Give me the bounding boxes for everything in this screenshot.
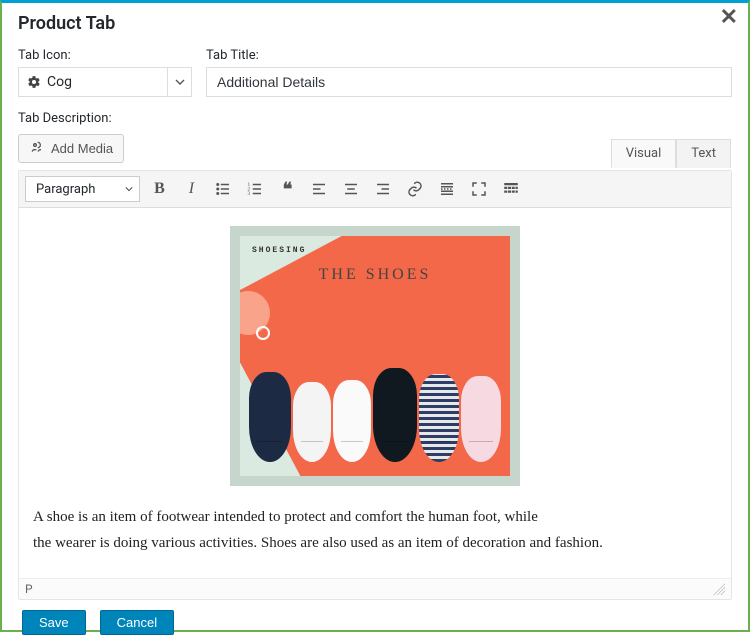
- format-select[interactable]: Paragraph: [25, 176, 140, 202]
- media-icon: [29, 139, 45, 158]
- image-brand-text: SHOESING: [252, 246, 306, 255]
- modal-title: Product Tab: [18, 3, 732, 48]
- link-button[interactable]: [402, 176, 428, 202]
- close-icon[interactable]: ✕: [720, 7, 738, 29]
- shoe-icon: [293, 382, 331, 462]
- blockquote-button[interactable]: ❝: [274, 176, 300, 202]
- wysiwyg-editor: Paragraph B I 123 ❝ SHOESING THE SHOES: [18, 170, 732, 600]
- save-button[interactable]: Save: [22, 610, 86, 635]
- image-heading-text: THE SHOES: [240, 266, 510, 291]
- add-media-label: Add Media: [51, 141, 113, 156]
- align-center-button[interactable]: [338, 176, 364, 202]
- toolbar-toggle-button[interactable]: [498, 176, 524, 202]
- shoe-icon: [461, 376, 501, 462]
- tab-icon-select[interactable]: Cog: [18, 67, 192, 97]
- format-select-value: Paragraph: [36, 182, 95, 197]
- bullet-list-button[interactable]: [210, 176, 236, 202]
- resize-grip-icon[interactable]: [713, 583, 725, 595]
- chevron-down-icon: [125, 185, 133, 193]
- add-media-button[interactable]: Add Media: [18, 134, 124, 163]
- tab-title-input[interactable]: [206, 67, 732, 97]
- product-tab-modal: ✕ Product Tab Tab Icon: Cog Tab Title: T…: [0, 0, 750, 632]
- align-right-button[interactable]: [370, 176, 396, 202]
- cancel-button[interactable]: Cancel: [100, 610, 174, 635]
- svg-text:3: 3: [248, 191, 251, 197]
- align-left-button[interactable]: [306, 176, 332, 202]
- cog-icon: [27, 75, 41, 89]
- tab-icon-value: Cog: [47, 74, 167, 90]
- shoe-icon: [249, 372, 291, 462]
- tab-title-label: Tab Title:: [206, 48, 732, 63]
- element-path: P: [25, 582, 33, 596]
- tab-icon-label: Tab Icon:: [18, 48, 192, 63]
- editor-toolbar: Paragraph B I 123 ❝: [19, 171, 731, 208]
- tab-visual[interactable]: Visual: [611, 139, 677, 168]
- shoe-icon: [333, 380, 371, 462]
- content-paragraph-line: A shoe is an item of footwear intended t…: [29, 504, 721, 530]
- numbered-list-button[interactable]: 123: [242, 176, 268, 202]
- content-image[interactable]: SHOESING THE SHOES: [230, 226, 520, 486]
- italic-button[interactable]: I: [178, 176, 204, 202]
- editor-content[interactable]: SHOESING THE SHOES A shoe is an item of …: [19, 208, 731, 578]
- fullscreen-button[interactable]: [466, 176, 492, 202]
- shoe-icon: [419, 374, 459, 462]
- element-path-bar: P: [19, 578, 731, 599]
- tab-text[interactable]: Text: [676, 139, 731, 168]
- tab-description-label: Tab Description:: [18, 111, 732, 126]
- read-more-button[interactable]: [434, 176, 460, 202]
- content-paragraph-line: the wearer is doing various activities. …: [29, 530, 721, 556]
- bold-button[interactable]: B: [146, 176, 172, 202]
- chevron-down-icon: [167, 68, 191, 96]
- shoe-icon: [373, 368, 417, 462]
